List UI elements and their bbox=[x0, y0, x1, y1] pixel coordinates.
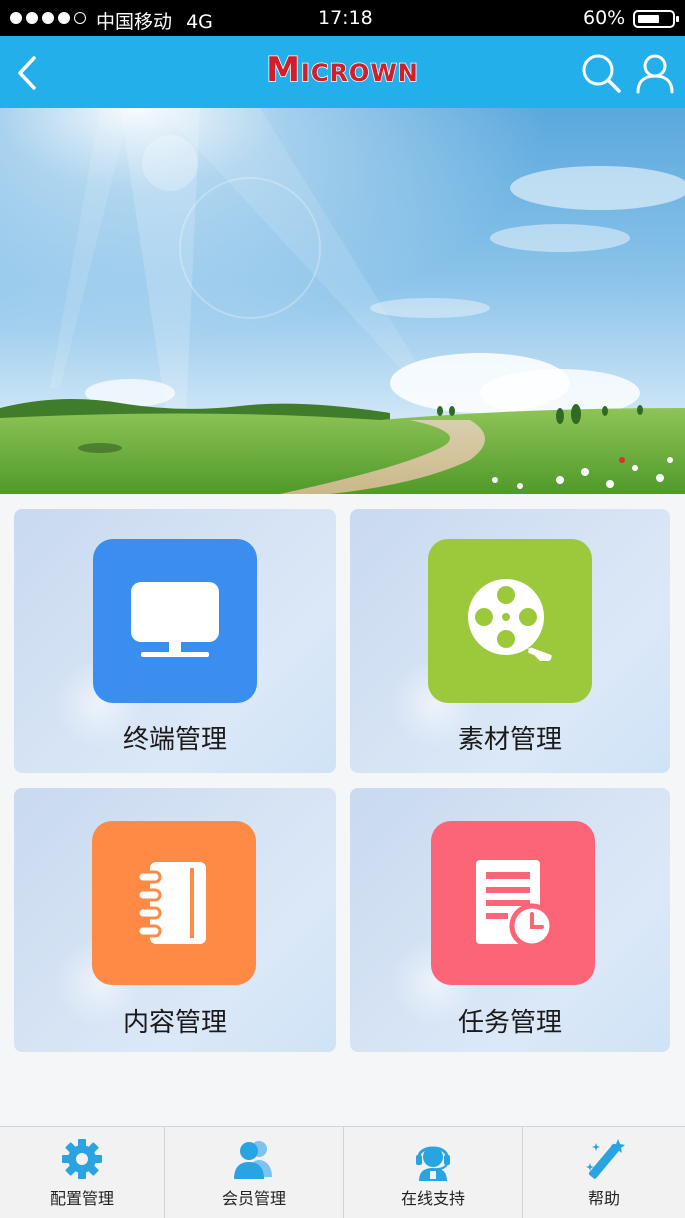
members-icon bbox=[234, 1141, 272, 1179]
search-icon bbox=[582, 54, 621, 93]
carrier-info: 中国移动 4G bbox=[96, 7, 213, 34]
tab-label: 会员管理 bbox=[221, 1189, 286, 1208]
tab-help[interactable]: 帮助 bbox=[523, 1127, 685, 1218]
bottom-tab-bar: 配置管理 会员管理 在线支持 帮助 bbox=[0, 1126, 685, 1218]
notebook-icon bbox=[92, 821, 256, 985]
network-type: 4G bbox=[186, 11, 213, 33]
app-header: Micrown bbox=[0, 36, 685, 108]
signal-strength-icon bbox=[10, 12, 86, 24]
tab-label: 帮助 bbox=[587, 1189, 620, 1208]
task-schedule-icon bbox=[431, 821, 595, 985]
tile-material-management[interactable]: 素材管理 bbox=[350, 509, 670, 773]
gear-icon bbox=[62, 1139, 102, 1179]
search-button[interactable] bbox=[580, 52, 622, 94]
tile-label: 素材管理 bbox=[457, 725, 562, 755]
tab-label: 在线支持 bbox=[400, 1189, 465, 1208]
app-screen: 中国移动 4G 17:18 60% Micrown 终端管理 素材管理 内容管理… bbox=[0, 0, 685, 1218]
carrier-name: 中国移动 bbox=[96, 11, 173, 33]
battery-icon bbox=[633, 10, 679, 28]
tab-members[interactable]: 会员管理 bbox=[165, 1127, 344, 1218]
tile-label: 任务管理 bbox=[457, 1008, 562, 1038]
tab-label: 配置管理 bbox=[49, 1189, 114, 1208]
tile-task-management[interactable]: 任务管理 bbox=[350, 788, 670, 1052]
film-reel-icon bbox=[428, 539, 592, 703]
battery-percent: 60% bbox=[583, 7, 626, 29]
landscape-banner-image bbox=[0, 108, 685, 494]
profile-button[interactable] bbox=[634, 52, 676, 94]
monitor-icon bbox=[93, 539, 257, 703]
tile-content-management[interactable]: 内容管理 bbox=[14, 788, 336, 1052]
tile-label: 终端管理 bbox=[122, 725, 227, 755]
tile-label: 内容管理 bbox=[122, 1008, 227, 1038]
hero-banner bbox=[0, 108, 685, 494]
tile-terminal-management[interactable]: 终端管理 bbox=[14, 509, 336, 773]
support-agent-icon bbox=[416, 1146, 450, 1181]
user-icon bbox=[636, 54, 674, 94]
tab-settings[interactable]: 配置管理 bbox=[0, 1127, 165, 1218]
tab-online-support[interactable]: 在线支持 bbox=[344, 1127, 523, 1218]
magic-wand-icon bbox=[586, 1139, 625, 1179]
status-time: 17:18 bbox=[318, 7, 373, 29]
status-bar: 中国移动 4G 17:18 60% bbox=[0, 0, 685, 36]
